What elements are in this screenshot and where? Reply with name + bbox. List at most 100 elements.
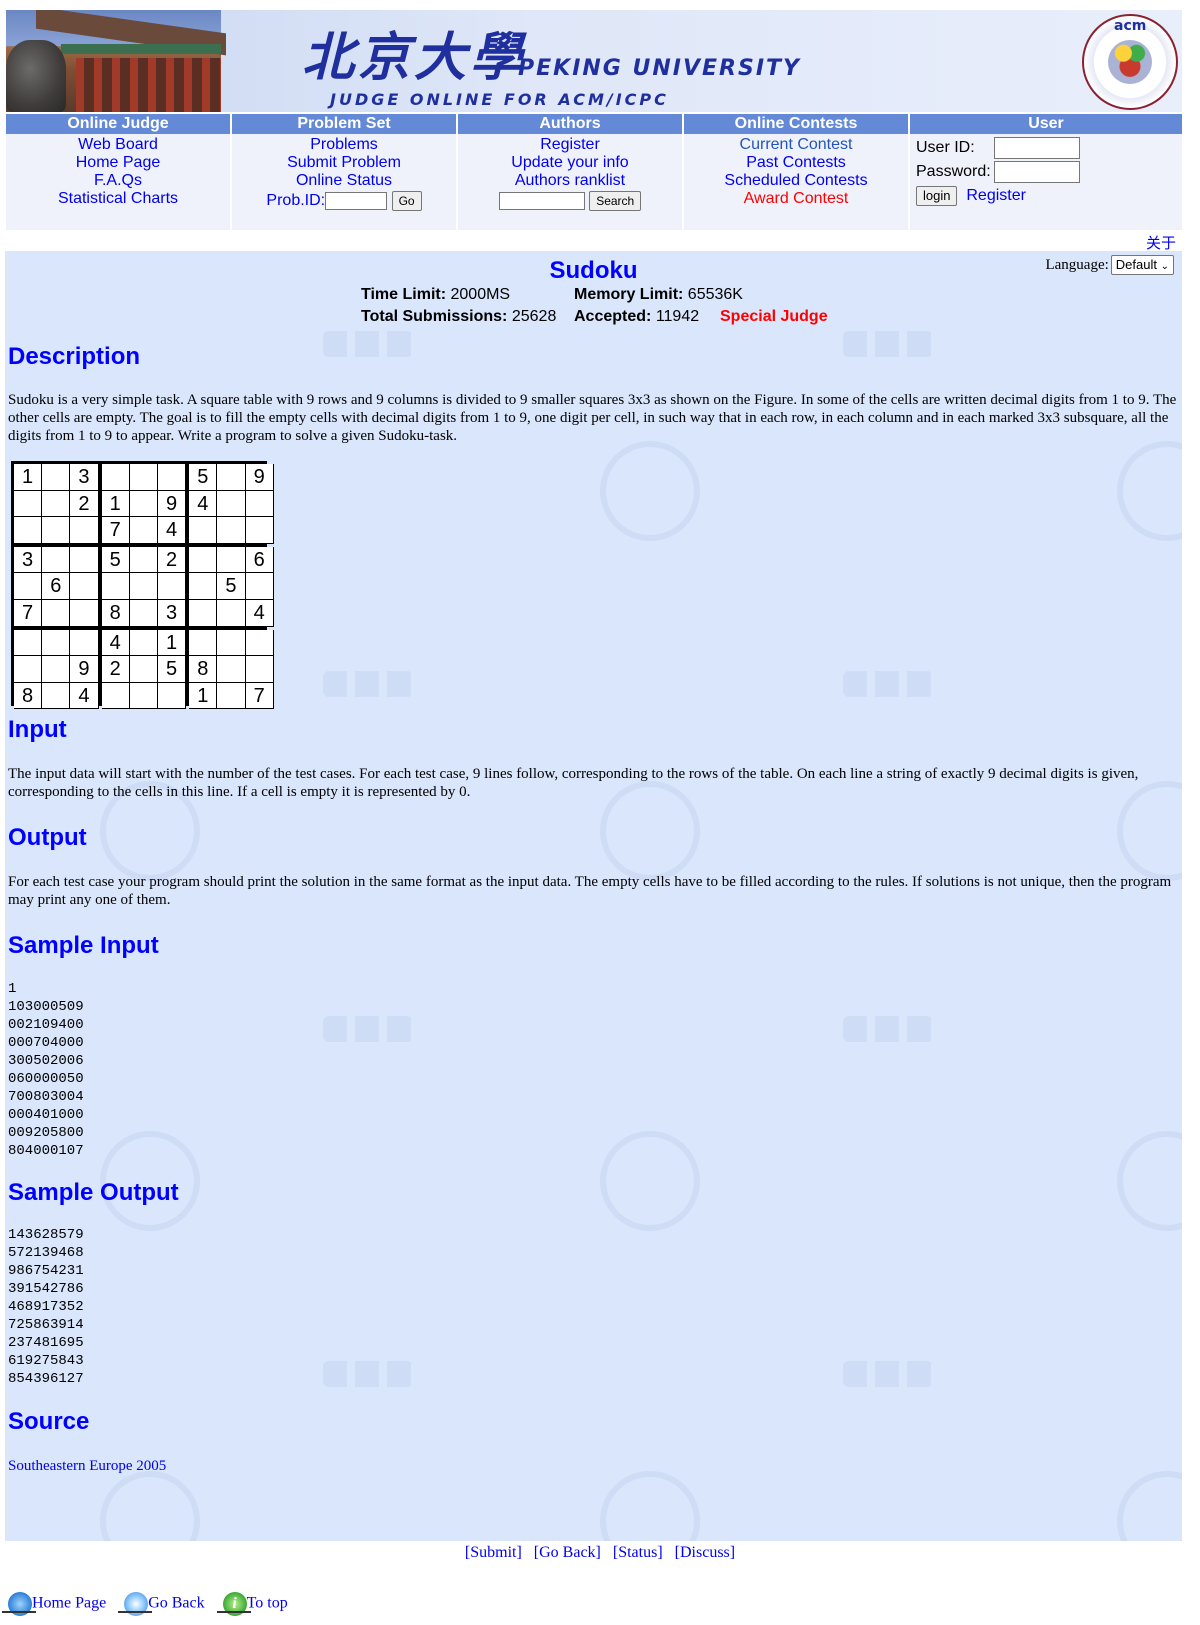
submit-link[interactable]: [Submit] <box>465 1544 522 1561</box>
sudoku-cell <box>217 490 246 518</box>
award-contest-link[interactable]: Award Contest <box>744 190 849 207</box>
update-info-link[interactable]: Update your info <box>511 154 628 171</box>
bottom-to-top-label: To top <box>246 1594 288 1612</box>
sudoku-cell: 5 <box>158 656 187 683</box>
stone-lion-icon <box>6 40 66 112</box>
sudoku-cell: 5 <box>189 464 218 491</box>
prob-id-input[interactable] <box>325 191 388 210</box>
sudoku-cell <box>129 629 158 657</box>
sudoku-cell <box>129 490 158 518</box>
photo-columns <box>76 58 221 112</box>
sudoku-cell: 7 <box>14 600 43 627</box>
nav-online-contests: Online Contests Current Contest Past Con… <box>684 114 908 230</box>
about-link[interactable]: 关于 <box>1146 232 1186 253</box>
bottom-home-page-link[interactable]: Home Page <box>2 1592 106 1616</box>
user-register-link[interactable]: Register <box>966 187 1026 204</box>
balloons-icon <box>1108 40 1152 84</box>
sudoku-cell: 9 <box>158 490 187 518</box>
sample-input-block: 1 103000509 002109400 000704000 30050200… <box>8 981 84 1159</box>
faqs-link[interactable]: F.A.Qs <box>94 172 142 189</box>
home-page-link[interactable]: Home Page <box>76 154 161 171</box>
sudoku-cell: 7 <box>101 517 130 544</box>
icon-base-line <box>118 1611 153 1613</box>
sudoku-cell: 6 <box>245 546 274 574</box>
watermark-icon <box>843 1361 933 1387</box>
submit-problem-link[interactable]: Submit Problem <box>287 154 401 171</box>
bottom-go-back-link[interactable]: Go Back <box>118 1592 205 1616</box>
sudoku-cell <box>129 464 158 491</box>
sudoku-cell <box>217 682 246 710</box>
nav-online-judge: Online Judge Web Board Home Page F.A.Qs … <box>6 114 230 230</box>
user-id-label: User ID: <box>916 139 975 156</box>
memory-limit-label: Memory Limit: <box>574 286 684 303</box>
password-input[interactable] <box>994 160 1080 183</box>
search-button[interactable]: Search <box>589 190 642 211</box>
nav-user: User User ID: Password: login Register <box>910 114 1182 230</box>
sudoku-cell <box>101 682 130 710</box>
sudoku-cell <box>217 600 246 627</box>
watermark-icon <box>323 671 413 697</box>
nav-authors: Authors Register Update your info Author… <box>458 114 682 230</box>
bottom-go-back-label: Go Back <box>148 1594 205 1612</box>
sudoku-cell <box>129 573 158 600</box>
sudoku-cell: 4 <box>189 490 218 518</box>
acm-logo-text: acm <box>1114 18 1147 34</box>
statistical-charts-link[interactable]: Statistical Charts <box>58 190 178 207</box>
login-button[interactable]: login <box>916 185 958 206</box>
bottom-to-top-link[interactable]: i To top <box>216 1592 288 1616</box>
sudoku-cell: 1 <box>101 490 130 518</box>
status-link[interactable]: [Status] <box>613 1544 663 1561</box>
past-contests-link[interactable]: Past Contests <box>746 154 846 171</box>
output-heading: Output <box>8 824 87 851</box>
web-board-link[interactable]: Web Board <box>78 136 158 153</box>
online-status-link[interactable]: Online Status <box>296 172 392 189</box>
sudoku-cell: 2 <box>101 656 130 683</box>
register-link[interactable]: Register <box>540 136 600 153</box>
watermark-seal-icon <box>1117 441 1182 541</box>
sudoku-cell: 4 <box>158 517 187 544</box>
sudoku-cell: 8 <box>14 682 43 710</box>
sudoku-cell <box>158 464 187 491</box>
sudoku-cell <box>245 656 274 683</box>
sudoku-cell: 7 <box>245 682 274 710</box>
sample-input-heading: Sample Input <box>8 932 159 959</box>
sample-output-block: 143628579 572139468 986754231 391542786 … <box>8 1227 84 1387</box>
time-limit-value: 2000MS <box>450 286 511 303</box>
sudoku-cell <box>189 546 218 574</box>
sudoku-cell <box>70 573 99 600</box>
sudoku-cell <box>101 573 130 600</box>
language-select[interactable]: Default ⌄ <box>1110 255 1174 275</box>
sudoku-cell: 5 <box>101 546 130 574</box>
sudoku-cell: 2 <box>158 546 187 574</box>
sudoku-cell <box>217 517 246 544</box>
author-search-input[interactable] <box>498 191 585 210</box>
campus-photo <box>6 10 226 112</box>
user-id-input[interactable] <box>994 136 1080 159</box>
nav-problem-set: Problem Set Problems Submit Problem Onli… <box>232 114 456 230</box>
sudoku-cell: 9 <box>70 656 99 683</box>
problems-link[interactable]: Problems <box>310 136 378 153</box>
discuss-link[interactable]: [Discuss] <box>675 1544 735 1561</box>
sudoku-cell: 8 <box>101 600 130 627</box>
sample-output-heading: Sample Output <box>8 1179 179 1206</box>
accepted-label: Accepted: <box>574 308 652 325</box>
sudoku-cell <box>129 600 158 627</box>
go-button[interactable]: Go <box>391 190 422 211</box>
memory-limit: Memory Limit: 65536K <box>574 286 743 304</box>
sudoku-cell <box>129 682 158 710</box>
sudoku-cell <box>129 656 158 683</box>
input-heading: Input <box>8 716 67 743</box>
sudoku-figure: 135921947435266578344192588417 <box>11 461 274 710</box>
sudoku-cell <box>70 517 99 544</box>
problem-title: Sudoku <box>549 257 638 284</box>
scheduled-contests-link[interactable]: Scheduled Contests <box>724 172 867 189</box>
source-link[interactable]: Southeastern Europe 2005 <box>8 1457 166 1475</box>
watermark-seal-icon <box>1117 1471 1182 1541</box>
watermark-icon <box>843 1016 933 1042</box>
sudoku-cell: 1 <box>158 629 187 657</box>
authors-ranklist-link[interactable]: Authors ranklist <box>515 172 625 189</box>
header-banner: 北京大學 PEKING UNIVERSITY JUDGE ONLINE FOR … <box>6 10 1182 112</box>
go-back-link[interactable]: [Go Back] <box>534 1544 601 1561</box>
watermark-seal-icon <box>100 1471 200 1541</box>
current-contest-link[interactable]: Current Contest <box>740 136 853 153</box>
